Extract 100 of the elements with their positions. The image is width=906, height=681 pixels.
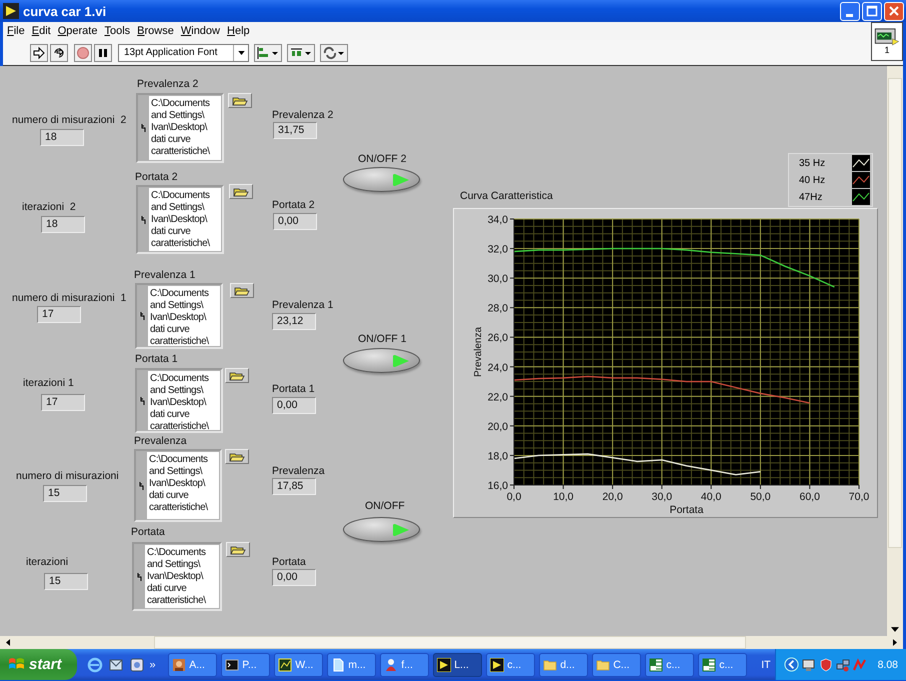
minimize-button[interactable] xyxy=(840,2,860,20)
browse-button[interactable] xyxy=(229,184,253,199)
axis-tick-label: 20,0 xyxy=(602,491,623,503)
monitor-icon[interactable] xyxy=(802,658,816,672)
folder-icon xyxy=(232,96,248,106)
horizontal-scrollbar[interactable] xyxy=(0,636,903,649)
reorder-dropdown[interactable] xyxy=(320,44,348,62)
taskbar-button[interactable]: m... xyxy=(327,652,376,676)
folder-icon xyxy=(229,370,245,380)
numeric-indicator: 31,75 xyxy=(273,122,317,139)
start-button[interactable]: start xyxy=(0,649,77,680)
axis-tick-label: 34,0 xyxy=(488,214,508,226)
indicator-label: Portata xyxy=(272,556,306,568)
folder-icon xyxy=(543,658,558,672)
vi-icon[interactable]: 1 xyxy=(871,22,903,61)
spreadsheet-icon xyxy=(702,658,716,672)
taskbar-button[interactable]: c... xyxy=(698,652,748,676)
browse-button[interactable] xyxy=(230,283,254,298)
network-icon[interactable] xyxy=(836,658,850,672)
indicator-label: Portata 1 xyxy=(272,383,315,395)
app-icon xyxy=(3,3,19,19)
path-control[interactable]: C:\Documents and Settings\ Ivan\Desktop\ dati curve caratteristiche\ xyxy=(135,283,223,349)
more-button[interactable]: » xyxy=(150,658,156,670)
caret-icon xyxy=(238,50,244,54)
maximize-button[interactable] xyxy=(862,2,882,20)
run-continuously-button[interactable] xyxy=(50,44,68,62)
menu-item[interactable]: File xyxy=(7,25,25,37)
menu-item[interactable]: Browse xyxy=(137,25,174,37)
desktop-icon[interactable] xyxy=(128,656,145,672)
taskbar-button[interactable]: c... xyxy=(645,652,694,676)
taskbar-button[interactable]: W... xyxy=(274,652,324,676)
path-control[interactable]: C:\Documents and Settings\ Ivan\Desktop\ dati curve caratteristiche\ xyxy=(132,542,222,611)
path-icon xyxy=(141,214,147,224)
path-icon xyxy=(140,396,146,406)
align-dropdown[interactable] xyxy=(254,44,282,62)
browse-button[interactable] xyxy=(228,93,252,108)
chevron-icon[interactable] xyxy=(784,657,799,672)
distribute-dropdown[interactable] xyxy=(287,44,315,62)
numeric-indicator: 0,00 xyxy=(273,213,317,230)
toggle-switch[interactable] xyxy=(343,517,420,542)
left-arrow-icon[interactable] xyxy=(6,639,10,646)
numeric-control[interactable]: 15 xyxy=(43,485,87,502)
font-dropdown[interactable]: 13pt Application Font xyxy=(118,44,249,62)
path-control[interactable]: C:\Documents and Settings\ Ivan\Desktop\ dati curve caratteristiche\ xyxy=(136,185,224,254)
down-arrow-icon[interactable] xyxy=(891,627,899,632)
axis-tick-label: 70,0 xyxy=(848,491,870,503)
vertical-scrollbar[interactable] xyxy=(886,66,903,636)
path-control[interactable]: C:\Documents and Settings\ Ivan\Desktop\ dati curve caratteristiche\ xyxy=(135,368,223,433)
close-button[interactable] xyxy=(884,2,904,20)
control-label: iterazioni 1 xyxy=(23,377,74,389)
numeric-control[interactable]: 18 xyxy=(41,216,85,233)
path-control[interactable]: C:\Documents and Settings\ Ivan\Desktop\ dati curve caratteristiche\ xyxy=(134,449,222,522)
loop-arrow-icon xyxy=(52,46,66,60)
path-control[interactable]: C:\Documents and Settings\ Ivan\Desktop\ dati curve caratteristiche\ xyxy=(136,93,224,163)
pause-button[interactable] xyxy=(94,44,112,62)
chart-title: Curva Caratteristica xyxy=(460,190,553,202)
browse-button[interactable] xyxy=(226,542,250,557)
taskbar-button[interactable]: P... xyxy=(221,652,270,676)
numeric-indicator: 0,00 xyxy=(272,569,316,586)
mail-icon[interactable] xyxy=(108,656,124,672)
numeric-control[interactable]: 18 xyxy=(40,129,84,146)
reorder-icon xyxy=(323,46,345,60)
switch-label: ON/OFF 2 xyxy=(358,153,406,165)
control-label: numero di misurazioni 2 xyxy=(12,114,126,126)
taskbar-button[interactable]: d... xyxy=(539,652,588,676)
browser-icon[interactable] xyxy=(86,656,103,672)
taskbar-button[interactable]: f... xyxy=(380,652,430,676)
axis-tick-label: 0,0 xyxy=(506,491,522,503)
control-label: Portata 2 xyxy=(135,171,178,183)
menu-item[interactable]: Help xyxy=(227,25,250,37)
run-button[interactable] xyxy=(30,44,48,62)
folder-icon xyxy=(233,186,249,196)
language-indicator[interactable]: IT xyxy=(761,658,771,670)
control-label: Portata 1 xyxy=(135,353,178,365)
right-arrow-icon[interactable] xyxy=(893,639,897,646)
menu-item[interactable]: Operate xyxy=(58,25,98,37)
taskbar-button[interactable]: L... xyxy=(433,652,482,676)
taskbar-button[interactable]: c... xyxy=(486,652,536,676)
axis-tick-label: 60,0 xyxy=(800,491,820,503)
shield-icon[interactable] xyxy=(818,658,833,672)
menu-item[interactable]: Edit xyxy=(32,25,51,37)
browse-button[interactable] xyxy=(225,368,249,383)
chart-icon xyxy=(278,658,292,672)
folder-icon xyxy=(229,452,245,462)
taskbar-button[interactable]: C... xyxy=(592,652,642,676)
toggle-switch[interactable] xyxy=(343,167,420,192)
document-icon xyxy=(331,658,346,672)
menu-item[interactable]: Tools xyxy=(104,25,130,37)
switch-label: ON/OFF 1 xyxy=(358,333,406,345)
browse-button[interactable] xyxy=(225,449,249,464)
folder-icon xyxy=(234,286,250,296)
control-label: Portata xyxy=(131,526,165,538)
indicator-label: Prevalenza 2 xyxy=(272,109,334,121)
numeric-control[interactable]: 15 xyxy=(44,573,88,590)
taskbar-button[interactable]: A... xyxy=(168,652,218,676)
numeric-control[interactable]: 17 xyxy=(37,306,81,323)
menu-item[interactable]: Window xyxy=(180,25,220,37)
control-label: Prevalenza 2 xyxy=(137,78,198,90)
numeric-control[interactable]: 17 xyxy=(41,394,85,411)
toggle-switch[interactable] xyxy=(343,348,420,373)
